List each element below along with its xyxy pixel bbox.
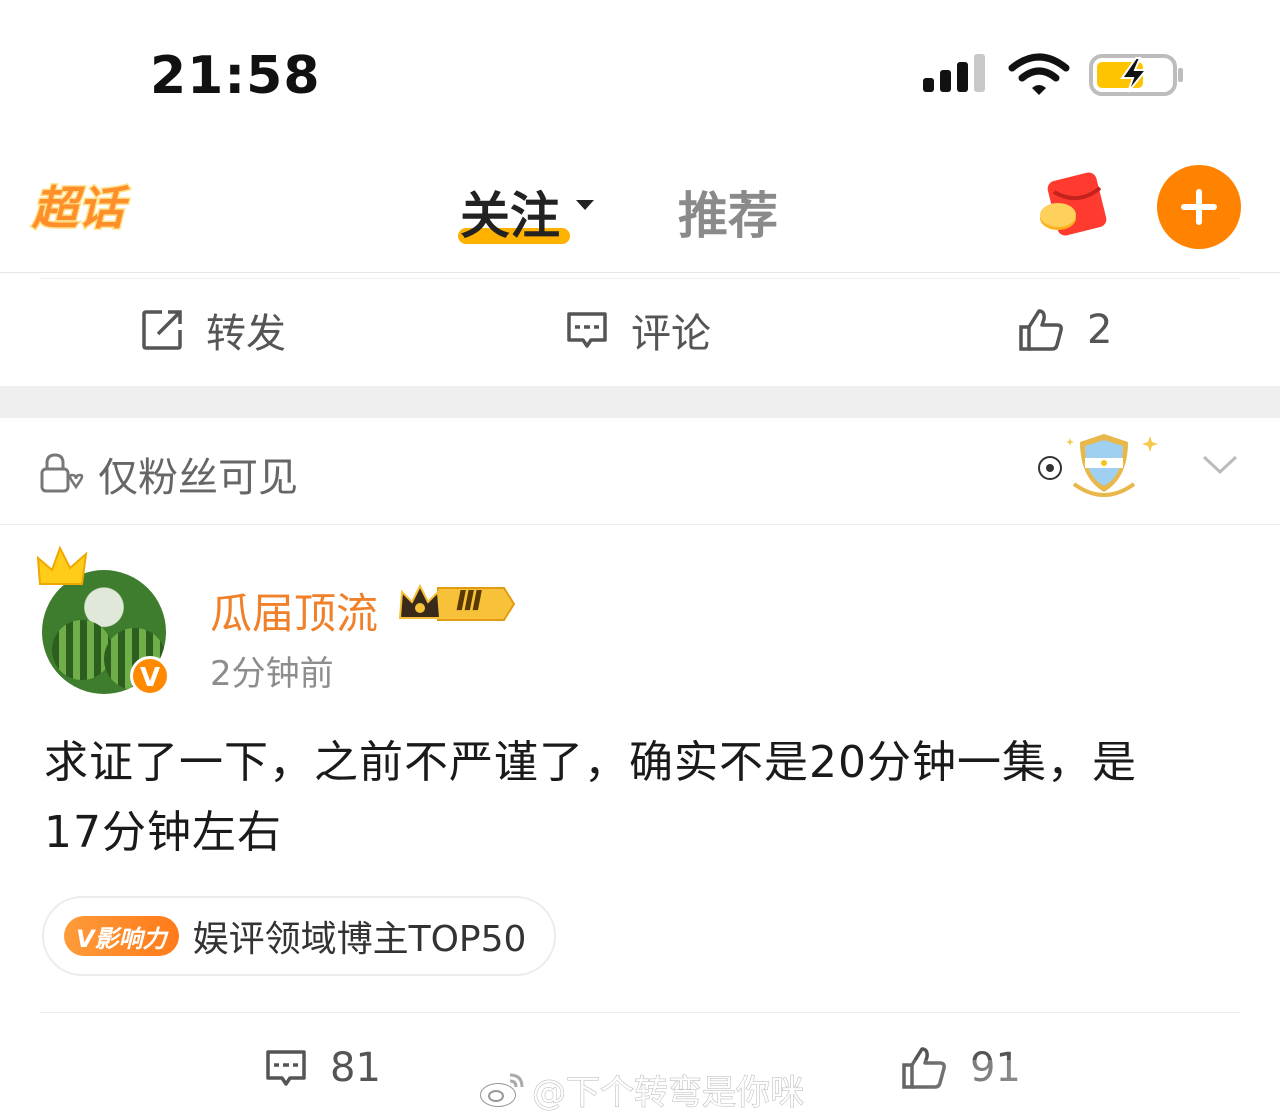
crown-icon — [36, 545, 88, 585]
chevron-down-icon[interactable] — [1202, 454, 1238, 476]
fans-lock-icon — [40, 453, 84, 493]
cellular-signal-icon — [923, 54, 985, 92]
visibility-label: 仅粉丝可见 — [98, 455, 298, 501]
comment-icon — [567, 312, 607, 348]
author-name[interactable]: 瓜届顶流 — [210, 580, 378, 641]
tab-follow-label: 关注 — [460, 187, 560, 245]
member-level-text: Ⅲ — [456, 584, 483, 617]
battery-charging-icon — [1089, 54, 1183, 96]
tab-recommend[interactable]: 推荐 — [678, 176, 778, 248]
post-footer-divider — [40, 1012, 1240, 1013]
member-level-badge[interactable]: Ⅲ — [398, 582, 516, 626]
watermark-text: @下个转弯是你咪 — [532, 1072, 805, 1113]
post-timestamp: 2分钟前 — [210, 654, 334, 694]
wifi-icon — [1008, 53, 1070, 95]
like-count: 2 — [1087, 307, 1113, 353]
thumbs-up-icon — [1019, 309, 1063, 351]
post-content-line-1: 求证了一下，之前不严谨了，确实不是20分钟一集，是 — [44, 737, 1137, 788]
repost-icon — [142, 310, 182, 350]
influence-tag[interactable]: V影响力 娱评领域博主TOP50 — [42, 896, 557, 976]
post-comment-count: 81 — [330, 1045, 381, 1091]
visibility-divider — [0, 524, 1280, 525]
bottom-fade-overlay — [860, 1060, 1280, 1120]
post-content-line-2: 17分钟左右 — [44, 807, 282, 858]
repost-label: 转发 — [206, 311, 286, 357]
comment-icon — [266, 1050, 306, 1086]
repost-button[interactable]: 转发 — [140, 300, 286, 360]
feed-separator — [0, 386, 1280, 418]
weibo-watermark: @下个转弯是你咪 — [478, 1066, 805, 1113]
post-comment-button[interactable]: 81 — [264, 1040, 381, 1096]
weibo-logo-icon — [480, 1073, 524, 1107]
comment-label: 评论 — [631, 311, 711, 357]
like-button[interactable]: 2 — [1017, 300, 1112, 360]
influence-tag-text: 娱评领域博主TOP50 — [192, 919, 527, 960]
verified-badge: V — [130, 656, 170, 696]
tab-follow[interactable]: 关注 — [460, 176, 560, 248]
comment-button[interactable]: 评论 — [565, 300, 711, 360]
header-divider — [0, 272, 1280, 273]
caret-down-icon[interactable] — [576, 200, 594, 210]
red-packet-icon[interactable] — [1034, 170, 1114, 242]
football-shield-badge-icon — [1038, 434, 1158, 497]
influence-chip: V影响力 — [64, 916, 179, 956]
author-avatar[interactable]: V — [34, 544, 174, 696]
header-divider-secondary — [40, 278, 1240, 279]
post-content: 求证了一下，之前不严谨了，确实不是20分钟一集，是 17分钟左右 — [44, 728, 1224, 868]
super-topic-logo[interactable]: 超话 — [31, 172, 140, 242]
status-time: 21:58 — [150, 46, 321, 106]
visibility-row: 仅粉丝可见 — [38, 446, 298, 502]
compose-plus-button[interactable] — [1157, 165, 1241, 249]
